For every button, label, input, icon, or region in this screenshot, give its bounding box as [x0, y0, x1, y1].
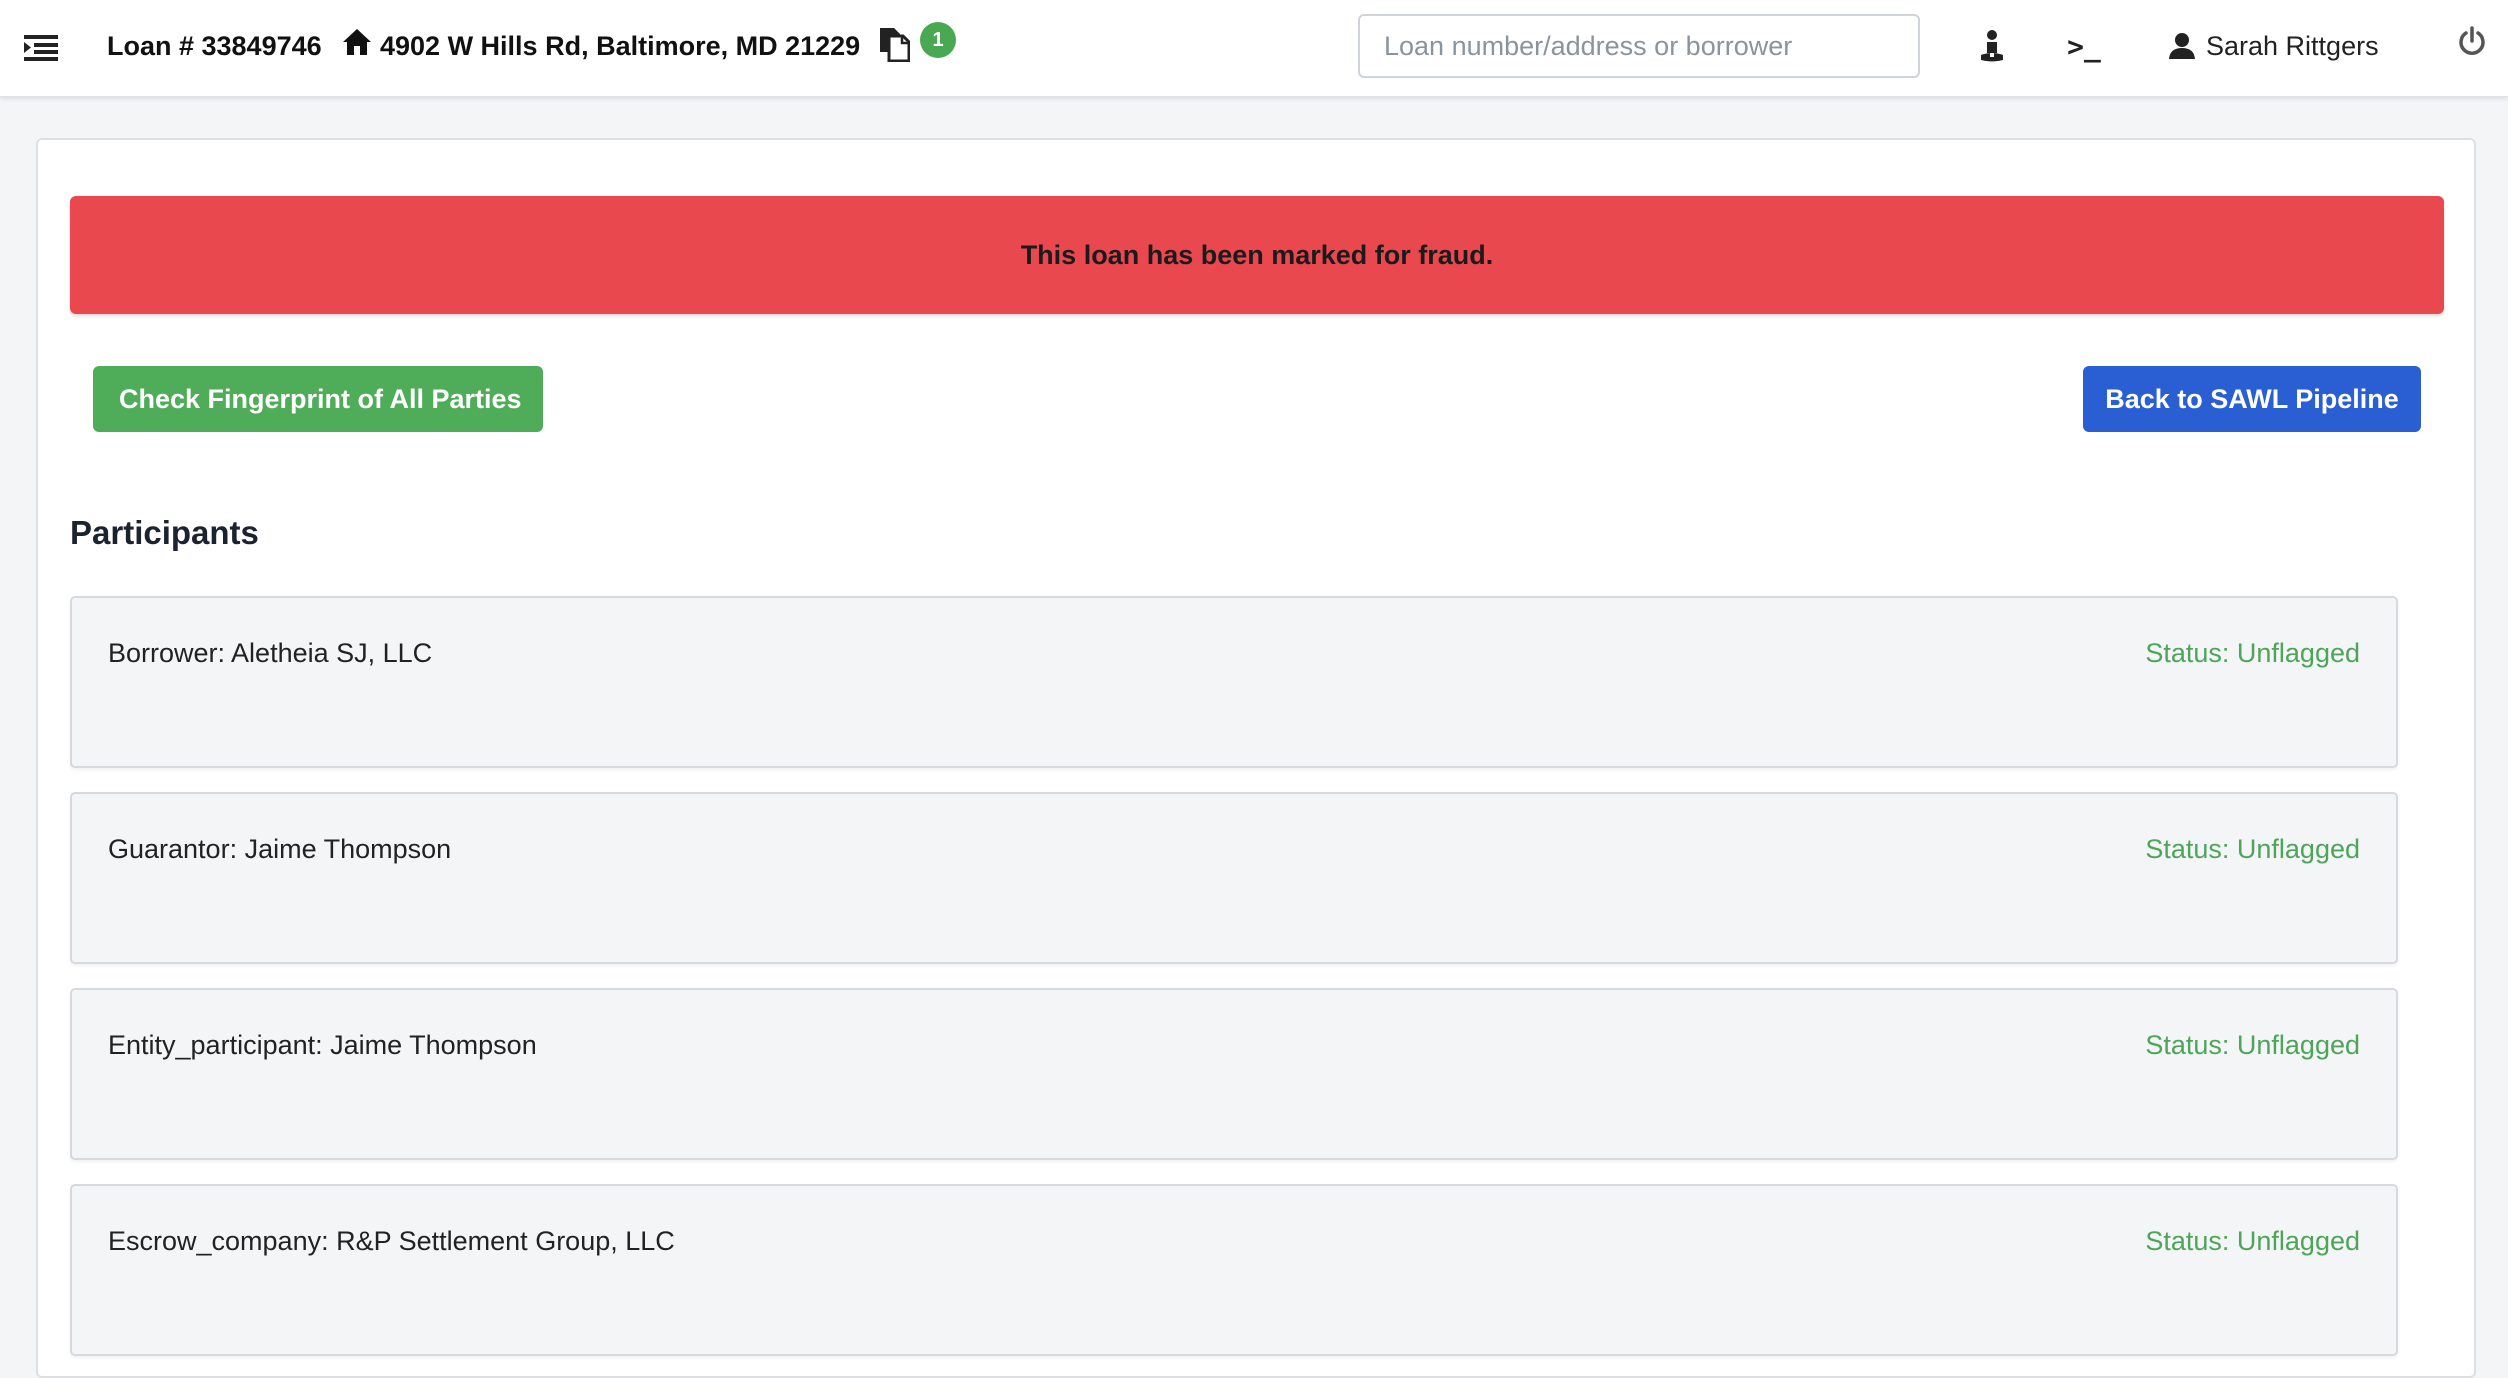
- documents-icon[interactable]: [878, 24, 914, 64]
- check-fingerprint-button[interactable]: Check Fingerprint of All Parties: [93, 366, 543, 432]
- participant-status: Status: Unflagged: [2145, 1226, 2360, 1256]
- participant-label: Entity_participant: Jaime Thompson: [108, 1030, 537, 1060]
- participant-label: Guarantor: Jaime Thompson: [108, 834, 452, 864]
- fraud-alert-banner: This loan has been marked for fraud.: [70, 196, 2444, 314]
- menu-toggle-icon[interactable]: [24, 28, 60, 68]
- participant-label: Borrower: Aletheia SJ, LLC: [108, 638, 433, 668]
- home-icon: [342, 26, 374, 58]
- loan-number: Loan # 33849746: [107, 30, 322, 61]
- loan-detail-card: This loan has been marked for fraud. Che…: [36, 138, 2476, 1378]
- documents-count-badge: 1: [920, 22, 956, 58]
- loan-search-input[interactable]: [1358, 14, 1920, 78]
- user-name: Sarah Rittgers: [2206, 30, 2379, 61]
- user-icon: [2169, 33, 2195, 59]
- participants-heading: Participants: [70, 514, 259, 551]
- participant-status: Status: Unflagged: [2145, 1030, 2360, 1060]
- user-menu[interactable]: Sarah Rittgers: [2168, 24, 2379, 68]
- participant-card-borrower[interactable]: Borrower: Aletheia SJ, LLC Status: Unfla…: [70, 596, 2398, 768]
- person-icon[interactable]: [1970, 24, 2014, 68]
- participant-card-guarantor[interactable]: Guarantor: Jaime Thompson Status: Unflag…: [70, 792, 2398, 964]
- participant-status: Status: Unflagged: [2145, 638, 2360, 668]
- back-to-pipeline-button[interactable]: Back to SAWL Pipeline: [2083, 366, 2421, 432]
- participant-status: Status: Unflagged: [2145, 834, 2360, 864]
- property-address: 4902 W Hills Rd, Baltimore, MD 21229: [380, 30, 861, 61]
- terminal-icon[interactable]: >_: [2062, 24, 2106, 68]
- participant-card-escrow[interactable]: Escrow_company: R&P Settlement Group, LL…: [70, 1184, 2398, 1356]
- top-navbar: Loan # 33849746 4902 W Hills Rd, Baltimo…: [0, 0, 2508, 97]
- participant-label: Escrow_company: R&P Settlement Group, LL…: [108, 1226, 675, 1256]
- participant-card-entity[interactable]: Entity_participant: Jaime Thompson Statu…: [70, 988, 2398, 1160]
- power-icon[interactable]: [2450, 20, 2494, 64]
